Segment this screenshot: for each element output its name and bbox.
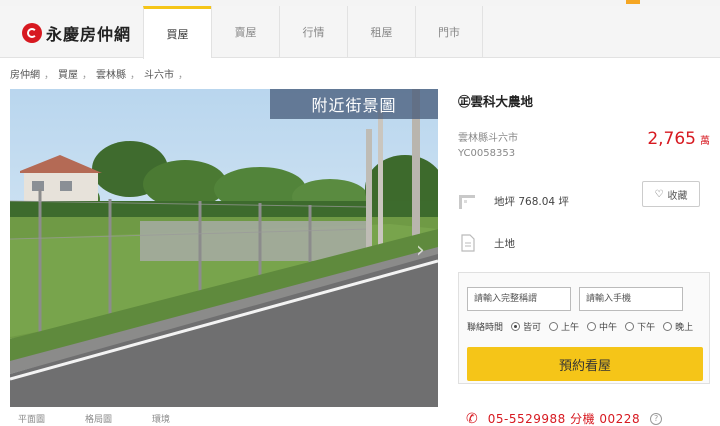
document-icon <box>458 233 478 253</box>
heart-icon: ♡ <box>654 188 664 200</box>
radio-label: 中午 <box>599 323 618 333</box>
photo-tab[interactable]: 平面圖 <box>18 412 45 426</box>
tab-market[interactable]: 行情 <box>279 6 347 58</box>
listing-title: ㊣雲科大農地 <box>458 93 534 109</box>
logo-icon <box>22 23 42 43</box>
contact-time-label: 聯絡時間 <box>467 323 504 333</box>
top-accent <box>626 0 640 4</box>
phone-number[interactable]: 05-5529988 分機 00228 <box>488 410 640 426</box>
radio-label: 皆可 <box>523 323 542 333</box>
favorite-button[interactable]: ♡ 收藏 <box>642 181 700 207</box>
chevron-right-icon[interactable]: › <box>416 239 430 263</box>
breadcrumb-sep: ， <box>178 70 188 81</box>
breadcrumb: 房仲網 ， 買屋 ， 雲林縣 ， 斗六市 ， <box>10 66 188 81</box>
photo-tab[interactable]: 格局圖 <box>85 412 112 426</box>
contact-time: 聯絡時間 皆可 上午 中午 下午 晚上 <box>467 320 693 333</box>
area-text: 地坪 768.04 坪 <box>494 195 569 208</box>
listing-photo[interactable]: 附近街景圖 › <box>10 89 438 407</box>
street-view-image <box>10 89 438 407</box>
site-header: 永慶房仲網 買屋 賣屋 行情 租屋 門市 <box>0 6 720 59</box>
type-row: 土地 <box>458 233 710 253</box>
listing-code: YC0058353 <box>458 148 516 159</box>
radio-morning[interactable] <box>549 322 559 331</box>
property-type: 土地 <box>494 237 515 250</box>
breadcrumb-sep: ， <box>130 70 140 81</box>
main-nav: 買屋 賣屋 行情 租屋 門市 <box>143 6 483 59</box>
radio-label: 晚上 <box>675 323 694 333</box>
radio-any[interactable] <box>511 322 521 331</box>
contact-phone: ✆ 05-5529988 分機 00228 ? <box>466 410 663 426</box>
price: 2,765 萬 <box>647 129 710 149</box>
phone-icon: ✆ <box>466 410 478 426</box>
book-viewing-button[interactable]: 預約看屋 <box>467 347 703 381</box>
tab-buy[interactable]: 買屋 <box>143 6 211 59</box>
price-value: 2,765 <box>647 129 696 149</box>
radio-label: 上午 <box>561 323 580 333</box>
name-input[interactable] <box>467 287 571 311</box>
tab-stores[interactable]: 門市 <box>415 6 483 58</box>
favorite-label: 收藏 <box>667 190 688 202</box>
photo-tab[interactable]: 環境 <box>152 412 170 426</box>
breadcrumb-item[interactable]: 買屋 <box>58 66 78 81</box>
breadcrumb-item[interactable]: 雲林縣 <box>96 66 126 81</box>
logo-text: 永慶房仲網 <box>46 25 132 44</box>
booking-form: 聯絡時間 皆可 上午 中午 下午 晚上 預約看屋 <box>458 272 710 384</box>
area-icon <box>458 191 478 211</box>
listing-panel: ㊣雲科大農地 雲林縣斗六市 YC0058353 2,765 萬 地坪 768.0… <box>458 89 710 426</box>
breadcrumb-sep: ， <box>44 70 54 81</box>
radio-noon[interactable] <box>587 322 597 331</box>
help-icon[interactable]: ? <box>650 412 663 425</box>
radio-evening[interactable] <box>663 322 673 331</box>
site-logo[interactable]: 永慶房仲網 <box>22 20 131 46</box>
photo-tabs: 平面圖 格局圖 環境 <box>10 412 438 426</box>
location-row: 雲林縣斗六市 YC0058353 2,765 萬 <box>458 129 710 159</box>
radio-afternoon[interactable] <box>625 322 635 331</box>
tab-rent[interactable]: 租屋 <box>347 6 415 58</box>
breadcrumb-item[interactable]: 房仲網 <box>10 66 40 81</box>
price-unit: 萬 <box>700 136 710 147</box>
tab-sell[interactable]: 賣屋 <box>211 6 279 58</box>
radio-label: 下午 <box>637 323 656 333</box>
street-view-badge: 附近街景圖 <box>270 89 438 119</box>
phone-input[interactable] <box>579 287 683 311</box>
breadcrumb-sep: ， <box>82 70 92 81</box>
breadcrumb-item[interactable]: 斗六市 <box>144 66 174 81</box>
